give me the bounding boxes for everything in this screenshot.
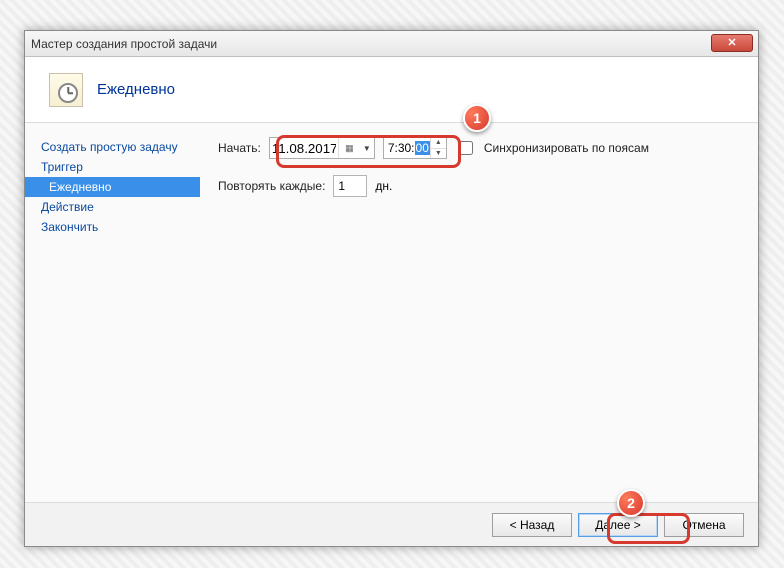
wizard-body: Создать простую задачу Триггер Ежедневно…	[25, 123, 758, 502]
chevron-down-icon[interactable]: ▼	[360, 138, 374, 158]
calendar-clock-icon	[49, 73, 83, 107]
repeat-unit: дн.	[375, 179, 392, 193]
time-spinner[interactable]: ▲ ▼	[430, 138, 446, 158]
page-heading: Ежедневно	[97, 81, 175, 98]
time-picker[interactable]: 7:30:00 ▲ ▼	[383, 137, 447, 159]
window-title: Мастер создания простой задачи	[31, 37, 217, 51]
date-input[interactable]	[270, 138, 338, 158]
calendar-icon[interactable]: ▦	[338, 138, 360, 158]
wizard-footer: < Назад Далее > Отмена	[25, 502, 758, 546]
close-button[interactable]: ✕	[711, 34, 753, 52]
repeat-label: Повторять каждые:	[218, 179, 325, 193]
spinner-down-icon[interactable]: ▼	[431, 149, 446, 159]
date-picker[interactable]: ▦ ▼	[269, 137, 375, 159]
nav-item-trigger[interactable]: Триггер	[25, 157, 200, 177]
back-button[interactable]: < Назад	[492, 513, 572, 537]
nav-item-action[interactable]: Действие	[25, 197, 200, 217]
repeat-row: Повторять каждые: дн.	[218, 175, 740, 197]
time-value[interactable]: 7:30:00	[384, 138, 430, 158]
spinner-up-icon[interactable]: ▲	[431, 138, 446, 149]
wizard-nav: Создать простую задачу Триггер Ежедневно…	[25, 123, 200, 502]
wizard-header: Ежедневно	[25, 57, 758, 123]
wizard-dialog: Мастер создания простой задачи ✕ Ежеднев…	[24, 30, 759, 547]
wizard-content: Начать: ▦ ▼ 7:30:00 ▲ ▼ Синхрониз	[200, 123, 758, 502]
titlebar[interactable]: Мастер создания простой задачи ✕	[25, 31, 758, 57]
nav-item-create-task[interactable]: Создать простую задачу	[25, 137, 200, 157]
nav-item-daily[interactable]: Ежедневно	[25, 177, 200, 197]
cancel-button[interactable]: Отмена	[664, 513, 744, 537]
start-row: Начать: ▦ ▼ 7:30:00 ▲ ▼ Синхрониз	[218, 137, 740, 159]
start-label: Начать:	[218, 141, 261, 155]
sync-timezone-label: Синхронизировать по поясам	[484, 141, 649, 155]
nav-item-finish[interactable]: Закончить	[25, 217, 200, 237]
sync-timezone-checkbox[interactable]	[459, 141, 473, 155]
next-button[interactable]: Далее >	[578, 513, 658, 537]
repeat-input[interactable]	[333, 175, 367, 197]
